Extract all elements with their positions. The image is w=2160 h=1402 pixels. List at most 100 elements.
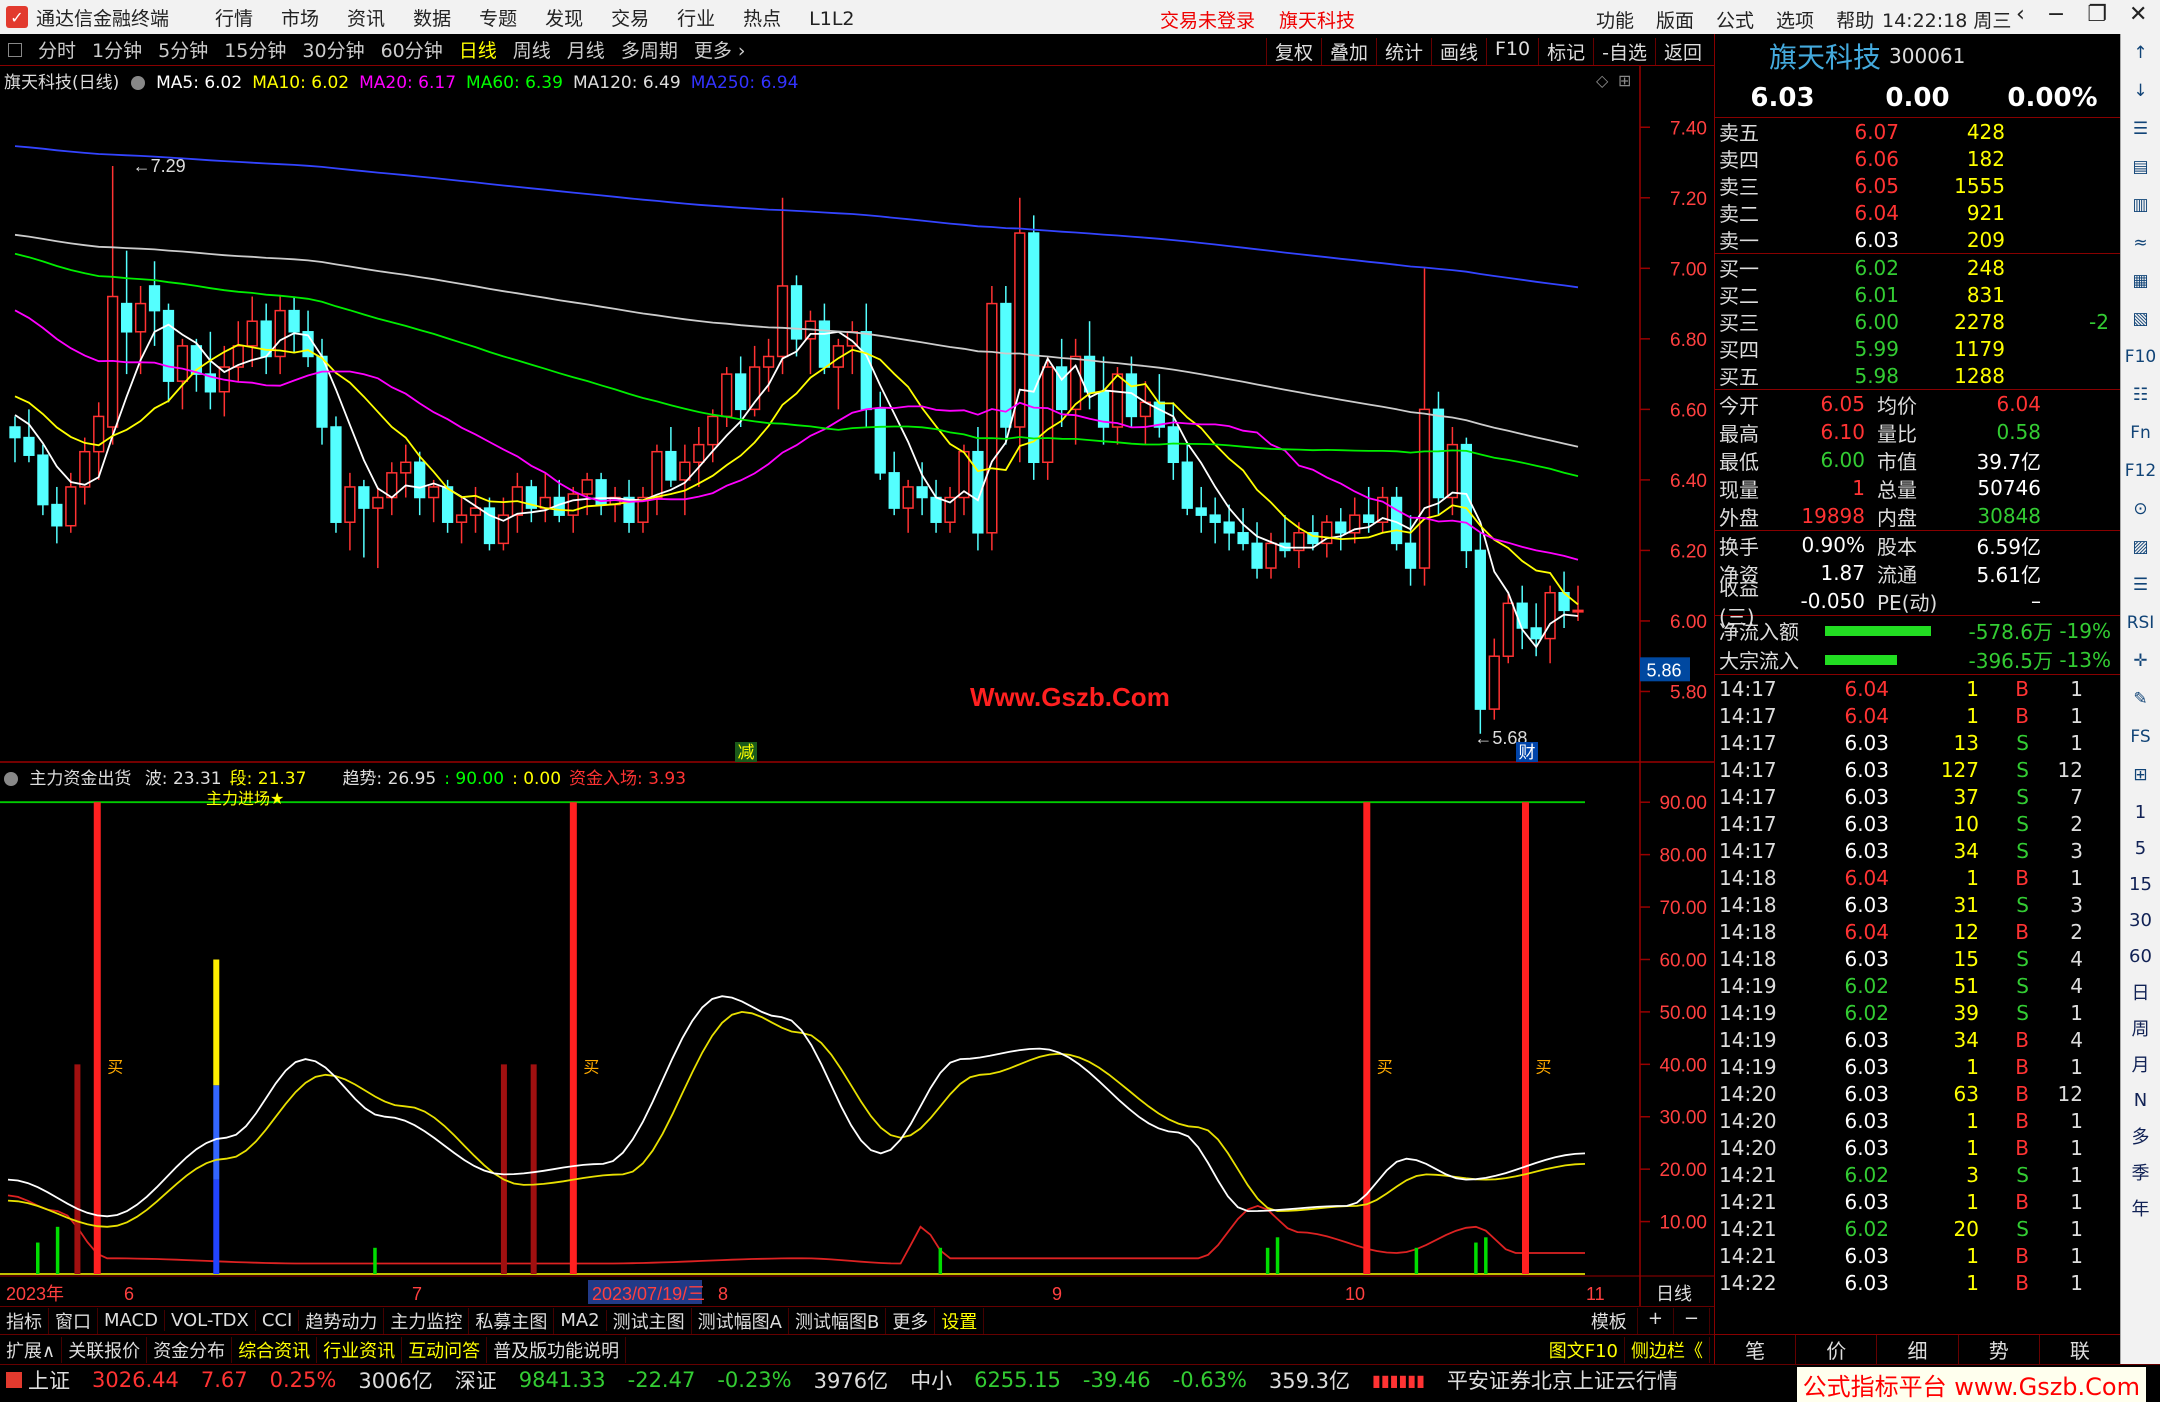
indicator-toggle-icon[interactable] (4, 772, 18, 786)
period-4[interactable]: 30分钟 (294, 36, 372, 63)
sidebar-tool-27[interactable]: 月 (2128, 1050, 2154, 1078)
tool-1[interactable]: 叠加 (1320, 38, 1376, 65)
sidebar-tool-7[interactable]: ▧ (2128, 306, 2154, 332)
tool-5[interactable]: 标记 (1538, 38, 1593, 65)
right-menu-3[interactable]: 选项 (1776, 10, 1814, 32)
sidebar-tool-20[interactable]: 1 (2128, 798, 2154, 826)
tab-right-1[interactable]: + (1638, 1307, 1674, 1334)
period-1[interactable]: 1分钟 (84, 36, 150, 63)
center-item-1[interactable]: 旗天科技 (1279, 10, 1355, 32)
ext-tab-1[interactable]: 关联报价 (62, 1336, 148, 1363)
period-9[interactable]: 多周期 (613, 36, 686, 63)
bids-row[interactable]: 买二 6.01 831 (1715, 281, 2120, 309)
ind-tab-11[interactable]: 测试幅图B (789, 1307, 887, 1334)
ext-tab-4[interactable]: 行业资讯 (317, 1336, 403, 1363)
back-icon[interactable]: ‹ (2016, 2, 2025, 27)
right-menu-4[interactable]: 帮助 (1836, 10, 1874, 32)
tool-3[interactable]: 画线 (1430, 38, 1486, 65)
diamond-icon[interactable]: ◇ (1596, 71, 1609, 90)
ext-right-1[interactable]: 侧边栏《 (1625, 1336, 1710, 1363)
right-menu-0[interactable]: 功能 (1596, 10, 1634, 32)
sidebar-tool-23[interactable]: 30 (2128, 906, 2154, 934)
ind-tab-7[interactable]: 私募主图 (469, 1307, 555, 1334)
tool-4[interactable]: F10 (1486, 38, 1538, 65)
index-name[interactable]: 深证 (455, 1365, 497, 1395)
period-8[interactable]: 月线 (559, 36, 613, 63)
ext-tab-2[interactable]: 资金分布 (147, 1336, 233, 1363)
asks-row[interactable]: 卖四 6.06 182 (1715, 145, 2120, 173)
asks-row[interactable]: 卖一 6.03 209 (1715, 226, 2120, 254)
period-10[interactable]: 更多 › (686, 36, 754, 63)
sidebar-tool-5[interactable]: ≈ (2128, 230, 2154, 256)
ind-tab-9[interactable]: 测试主图 (607, 1307, 692, 1334)
sidebar-tool-10[interactable]: Fn (2128, 420, 2154, 446)
ind-tab-2[interactable]: MACD (98, 1310, 165, 1331)
bids-row[interactable]: 买三 6.00 2278 -2 (1715, 308, 2120, 336)
menu-2[interactable]: 资讯 (347, 8, 385, 30)
sidebar-tool-12[interactable]: ⊙ (2128, 496, 2154, 522)
settings-box-icon[interactable] (8, 42, 22, 57)
menu-7[interactable]: 行业 (677, 8, 715, 30)
sidebar-tool-28[interactable]: N (2128, 1086, 2154, 1114)
ext-tab-6[interactable]: 普及版功能说明 (487, 1336, 627, 1363)
tool-6[interactable]: -自选 (1593, 38, 1655, 65)
sidebar-tool-18[interactable]: FS (2128, 724, 2154, 750)
sidebar-tool-11[interactable]: F12 (2125, 458, 2156, 484)
ind-tab-1[interactable]: 窗口 (49, 1307, 98, 1334)
marker-a[interactable]: 减 (738, 743, 755, 763)
center-item-0[interactable]: 交易未登录 (1160, 10, 1255, 32)
menu-8[interactable]: 热点 (743, 8, 781, 30)
ind-tab-12[interactable]: 更多 (886, 1307, 936, 1334)
sidebar-tool-16[interactable]: ✛ (2128, 648, 2154, 674)
sidebar-tool-30[interactable]: 季 (2128, 1158, 2154, 1186)
panel-tab-3[interactable]: 势 (1959, 1335, 2040, 1364)
ind-tab-6[interactable]: 主力监控 (384, 1307, 470, 1334)
tool-7[interactable]: 返回 (1654, 38, 1710, 65)
sidebar-tool-24[interactable]: 60 (2128, 942, 2154, 970)
index-name[interactable]: 上证 (28, 1365, 70, 1395)
marker-b[interactable]: 财 (1519, 743, 1536, 763)
ind-tab-8[interactable]: MA2 (554, 1310, 607, 1331)
right-menu-1[interactable]: 版面 (1656, 10, 1694, 32)
asks-row[interactable]: 卖三 6.05 1555 (1715, 172, 2120, 200)
period-0[interactable]: 分时 (30, 36, 84, 63)
index-name[interactable]: 中小 (910, 1365, 952, 1395)
sidebar-tool-14[interactable]: ☰ (2128, 572, 2154, 598)
toggle-icon[interactable] (130, 76, 145, 90)
close-icon[interactable]: ✕ (2129, 2, 2147, 27)
menu-5[interactable]: 发现 (545, 8, 583, 30)
sidebar-tool-9[interactable]: ☷ (2128, 382, 2154, 408)
ext-tab-3[interactable]: 综合资讯 (232, 1336, 318, 1363)
sidebar-tool-31[interactable]: 年 (2128, 1194, 2154, 1222)
panel-tab-2[interactable]: 细 (1877, 1335, 1959, 1364)
menu-1[interactable]: 市场 (281, 8, 319, 30)
bids-row[interactable]: 买一 6.02 248 (1715, 254, 2120, 282)
panel-tab-0[interactable]: 笔 (1715, 1335, 1797, 1364)
bids-row[interactable]: 买四 5.99 1179 (1715, 335, 2120, 363)
ind-tab-13[interactable]: 设置 (935, 1307, 985, 1334)
ind-tab-3[interactable]: VOL-TDX (165, 1310, 256, 1331)
bids-row[interactable]: 买五 5.98 1288 (1715, 362, 2120, 390)
menu-6[interactable]: 交易 (611, 8, 649, 30)
asks-row[interactable]: 卖二 6.04 921 (1715, 199, 2120, 227)
right-menu-2[interactable]: 公式 (1716, 10, 1754, 32)
tool-2[interactable]: 统计 (1375, 38, 1431, 65)
market-icon[interactable] (6, 1372, 22, 1388)
minimize-icon[interactable]: − (2047, 2, 2065, 27)
tab-right-2[interactable]: − (1674, 1307, 1710, 1334)
sidebar-tool-15[interactable]: RSI (2127, 610, 2155, 636)
panel-tab-1[interactable]: 价 (1796, 1335, 1878, 1364)
period-2[interactable]: 5分钟 (150, 36, 216, 63)
panel-tab-4[interactable]: 联 (2040, 1335, 2122, 1364)
sidebar-tool-22[interactable]: 15 (2128, 870, 2154, 898)
ext-tab-0[interactable]: 扩展∧ (0, 1336, 63, 1363)
period-7[interactable]: 周线 (505, 36, 559, 63)
asks-row[interactable]: 卖五 6.07 428 (1715, 118, 2120, 146)
sidebar-tool-0[interactable]: ↑ (2128, 40, 2154, 66)
sidebar-tool-2[interactable]: ☰ (2128, 116, 2154, 142)
ext-tab-5[interactable]: 互动问答 (402, 1336, 488, 1363)
tick-list[interactable]: 14:17 6.04 1 B 1 14:17 6.04 1 B 1 14:17 6.03 13 S 1 14:… (1715, 675, 2120, 1296)
tool-0[interactable]: 复权 (1265, 38, 1321, 65)
sidebar-tool-1[interactable]: ↓ (2128, 78, 2154, 104)
period-3[interactable]: 15分钟 (216, 36, 294, 63)
